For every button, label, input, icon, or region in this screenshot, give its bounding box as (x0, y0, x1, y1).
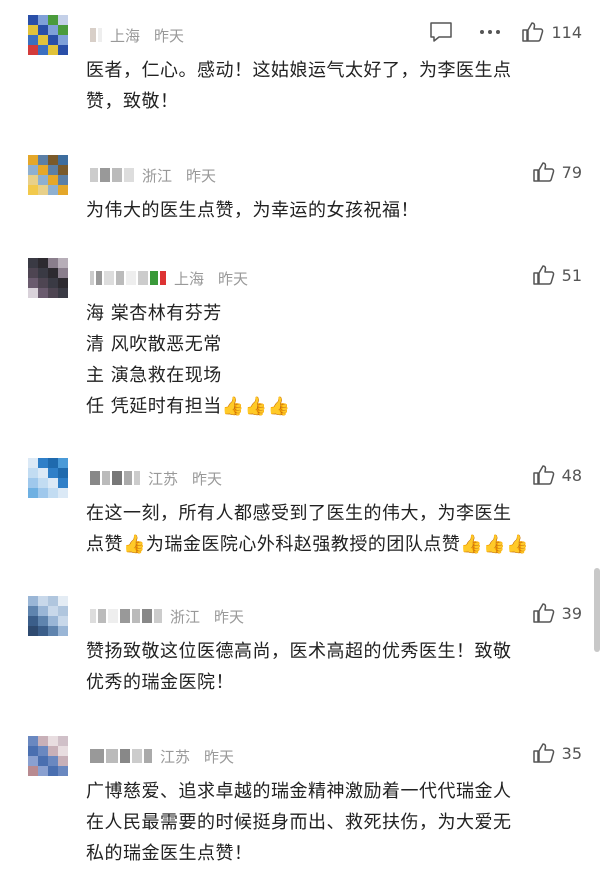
comment-location: 浙江 (170, 607, 201, 626)
comment-text-line: 广博慈爱、追求卓越的瑞金精神激励着一代代瑞金人 (86, 781, 512, 802)
thumbs-up-icon (532, 742, 556, 764)
thumbs-up-icon (521, 21, 545, 43)
comment-text-line: 私的瑞金医生点赞！ (86, 843, 253, 864)
comment-text: 在这一刻，所有人都感受到了医生的伟大，为李医生 点赞👍为瑞金医院心外科赵强教授的团… (86, 498, 576, 560)
comment-time: 昨天 (154, 26, 185, 45)
avatar[interactable] (28, 458, 68, 498)
like-count: 39 (561, 603, 582, 623)
username-blurred[interactable] (90, 271, 166, 285)
comment-text-line: 医者，仁心。感动！这姑娘运气太好了，为李医生点 (86, 60, 512, 81)
comment-bubble-icon[interactable] (429, 21, 453, 43)
comment-text-line: 优秀的瑞金医院！ (86, 672, 234, 693)
comment-text-line: 任 凭延时有担当👍👍👍 (86, 396, 291, 417)
comment-text-line: 清 风吹散恶无常 (86, 334, 222, 355)
avatar[interactable] (28, 155, 68, 195)
comment-text: 海 棠杏林有芬芳清 风吹散恶无常主 演急救在现场任 凭延时有担当👍👍👍 (86, 298, 576, 422)
comment-text: 广博慈爱、追求卓越的瑞金精神激励着一代代瑞金人 在人民最需要的时候挺身而出、救死扶… (86, 776, 576, 869)
more-dots-icon[interactable] (479, 29, 501, 35)
like-count: 35 (561, 743, 582, 763)
avatar[interactable] (28, 596, 68, 636)
comment-text-line: 赞扬致敬这位医德高尚，医术高超的优秀医生！致敬 (86, 641, 512, 662)
comment-location: 上海 (110, 26, 141, 45)
thumbs-up-icon (532, 161, 556, 183)
comment-text-line: 在人民最需要的时候挺身而出、救死扶伤，为大爱无 (86, 812, 512, 833)
avatar[interactable] (28, 258, 68, 298)
like-count: 114 (551, 22, 582, 42)
avatar[interactable] (28, 15, 68, 55)
username-blurred[interactable] (90, 168, 134, 182)
comment-location: 江苏 (148, 469, 179, 488)
comment-text-line: 主 演急救在现场 (86, 365, 222, 386)
username-blurred[interactable] (90, 471, 140, 485)
comment-text-line: 点赞👍为瑞金医院心外科赵强教授的团队点赞👍👍👍 (86, 534, 530, 555)
comment-text-line: 为伟大的医生点赞，为幸运的女孩祝福！ (86, 200, 419, 221)
thumbs-up-icon (532, 264, 556, 286)
comment-text-line: 赞，致敬！ (86, 91, 179, 112)
like-button[interactable]: 35 (532, 742, 582, 764)
comment-time: 昨天 (186, 166, 217, 185)
username-blurred[interactable] (90, 749, 152, 763)
comment-text: 为伟大的医生点赞，为幸运的女孩祝福！ (86, 195, 576, 226)
thumbs-up-icon (532, 464, 556, 486)
like-button[interactable]: 48 (532, 464, 582, 486)
like-count: 51 (561, 265, 582, 285)
like-button[interactable]: 51 (532, 264, 582, 286)
comment-text-line: 海 棠杏林有芬芳 (86, 303, 222, 324)
comment-text: 赞扬致敬这位医德高尚，医术高超的优秀医生！致敬 优秀的瑞金医院！ (86, 636, 576, 698)
avatar[interactable] (28, 736, 68, 776)
comment-text: 医者，仁心。感动！这姑娘运气太好了，为李医生点 赞，致敬！ (86, 55, 576, 117)
like-count: 48 (561, 465, 582, 485)
scrollbar[interactable] (594, 568, 600, 652)
username-blurred[interactable] (90, 28, 102, 42)
thumbs-up-icon (532, 602, 556, 624)
comment-time: 昨天 (192, 469, 223, 488)
comment-time: 昨天 (214, 607, 245, 626)
like-button[interactable]: 39 (532, 602, 582, 624)
comment-time: 昨天 (218, 269, 249, 288)
like-count: 79 (561, 162, 582, 182)
like-button[interactable]: 114 (521, 21, 582, 43)
comment-location: 浙江 (142, 166, 173, 185)
comment-location: 江苏 (160, 747, 191, 766)
like-button[interactable]: 79 (532, 161, 582, 183)
username-blurred[interactable] (90, 609, 162, 623)
comment-location: 上海 (174, 269, 205, 288)
comment-text-line: 在这一刻，所有人都感受到了医生的伟大，为李医生 (86, 503, 512, 524)
comment-time: 昨天 (204, 747, 235, 766)
